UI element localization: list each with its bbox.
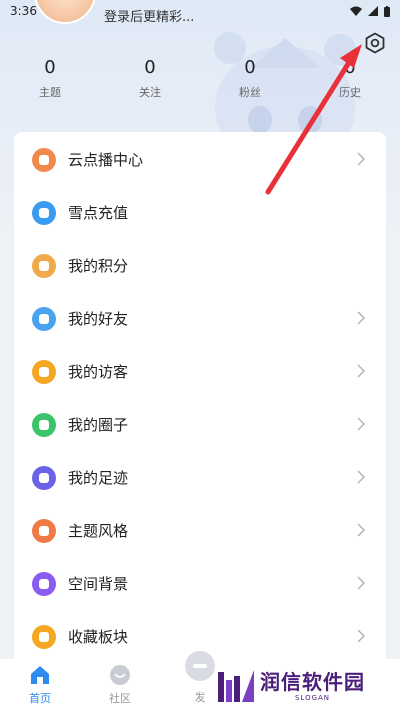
profile-stats: 0 主题 0 关注 0 粉丝 0 历史 [0, 56, 400, 106]
login-hint[interactable]: 登录后更精彩... [104, 6, 194, 25]
chevron-right-icon [357, 417, 366, 431]
home-icon [31, 666, 49, 684]
watermark: 润信软件园 SLOGAN [212, 664, 386, 708]
status-icons [350, 5, 390, 17]
menu-item-label: 雪点充值 [68, 204, 129, 222]
chevron-right-icon [357, 152, 366, 166]
watermark-main: 润信软件园 [260, 670, 365, 694]
menu-item-label: 我的圈子 [68, 416, 129, 434]
user-icon [32, 306, 56, 331]
recharge-icon [32, 200, 56, 225]
nav-community-label: 社区 [109, 692, 131, 705]
wifi-icon [350, 6, 362, 16]
watermark-text: 润信软件园 SLOGAN [260, 670, 365, 702]
menu-item-label: 我的足迹 [68, 469, 129, 487]
vod-center-icon [32, 147, 56, 172]
stat-topics[interactable]: 0 主题 [0, 56, 100, 106]
stat-fans-label: 粉丝 [239, 86, 261, 99]
lightbulb-icon [32, 359, 56, 384]
menu-item-background[interactable]: 空间背景 [14, 557, 386, 610]
nav-home-label: 首页 [29, 692, 51, 705]
nav-community[interactable]: 社区 [80, 659, 160, 711]
menu-item-label: 我的积分 [68, 257, 129, 275]
stat-topics-value: 0 [44, 57, 56, 78]
menu-item-theme[interactable]: 主题风格 [14, 504, 386, 557]
stat-fans[interactable]: 0 粉丝 [200, 56, 300, 106]
settings-button[interactable] [362, 30, 388, 56]
shirt-icon [32, 518, 56, 543]
nav-home[interactable]: 首页 [0, 659, 80, 711]
chevron-right-icon [357, 364, 366, 378]
stat-history-label: 历史 [339, 86, 361, 99]
image-icon [32, 571, 56, 596]
post-plus-icon [185, 651, 215, 681]
chevron-right-icon [357, 523, 366, 537]
nav-post-label: 发 [194, 691, 206, 704]
chevron-right-icon [357, 311, 366, 325]
menu-item-label: 我的好友 [68, 310, 129, 328]
stat-following-label: 关注 [139, 86, 161, 99]
menu-item-friends[interactable]: 我的好友 [14, 292, 386, 345]
menu-item-visitors[interactable]: 我的访客 [14, 345, 386, 398]
menu-item-label: 我的访客 [68, 363, 129, 381]
status-time: 3:36 [10, 4, 37, 18]
stat-topics-label: 主题 [39, 86, 61, 99]
clock-icon [32, 465, 56, 490]
menu-item-circles[interactable]: 我的圈子 [14, 398, 386, 451]
menu-item-footprints[interactable]: 我的足迹 [14, 451, 386, 504]
menu-item-label: 收藏板块 [68, 628, 129, 646]
menu-card: 云点播中心 雪点充值 我的积分 我的好友 我的访客 我的圈子 我的足迹 主题风格… [14, 132, 386, 672]
community-icon [110, 665, 130, 685]
points-bag-icon [32, 253, 56, 278]
menu-item-points[interactable]: 我的积分 [14, 239, 386, 292]
menu-item-recharge[interactable]: 雪点充值 [14, 186, 386, 239]
stat-history[interactable]: 0 历史 [300, 56, 400, 106]
stat-fans-value: 0 [244, 57, 256, 78]
gear-icon [365, 32, 385, 54]
signal-icon [368, 6, 378, 16]
menu-item-vod-center[interactable]: 云点播中心 [14, 133, 386, 186]
stat-following[interactable]: 0 关注 [100, 56, 200, 106]
watermark-logo [218, 670, 254, 702]
menu-item-label: 主题风格 [68, 522, 129, 540]
menu-item-label: 空间背景 [68, 575, 129, 593]
chevron-right-icon [357, 576, 366, 590]
heart-icon [32, 624, 56, 649]
menu-item-label: 云点播中心 [68, 151, 144, 169]
chat-bubble-icon [32, 412, 56, 437]
stat-following-value: 0 [144, 57, 156, 78]
stat-history-value: 0 [344, 57, 356, 78]
watermark-sub: SLOGAN [294, 694, 331, 702]
chevron-right-icon [357, 470, 366, 484]
battery-icon [384, 5, 390, 17]
chevron-right-icon [357, 629, 366, 643]
